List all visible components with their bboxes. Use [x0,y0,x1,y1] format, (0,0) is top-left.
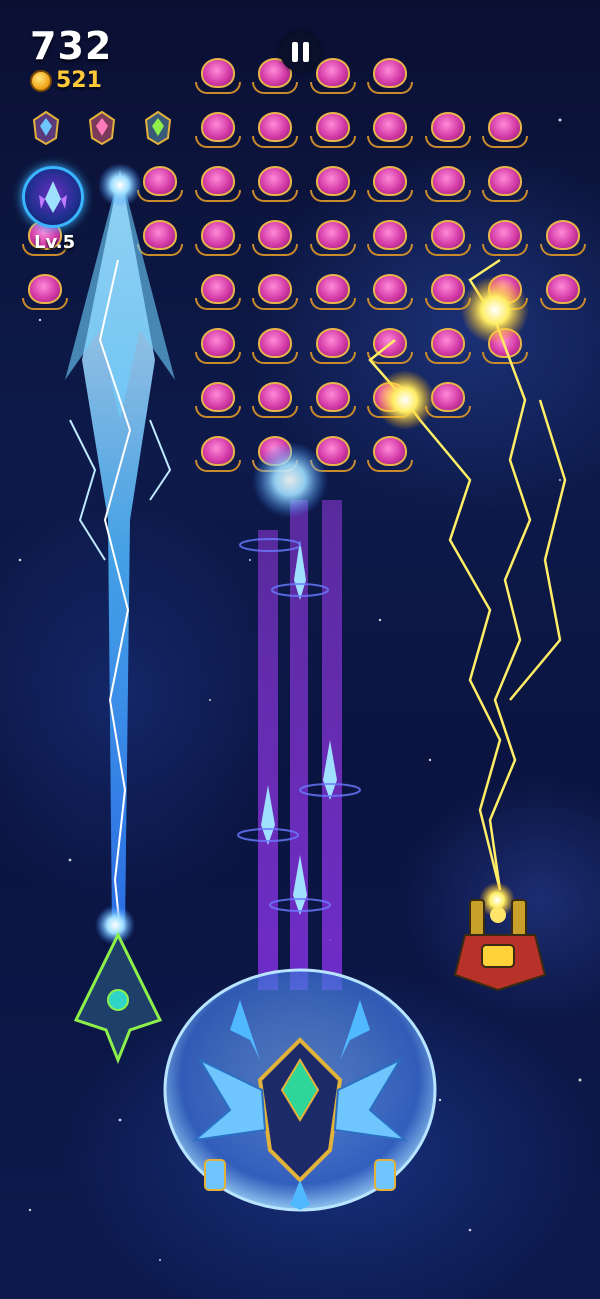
wingman-badge-icon [32,110,60,146]
pause-button[interactable] [280,32,320,72]
coin-icon [30,69,52,92]
wingman-badge-icon [88,110,116,146]
special-skill-button[interactable] [22,166,84,228]
coin-count: 521 [56,68,102,93]
level-label: Lv.5 [34,232,76,253]
special-skill-icon [39,181,67,213]
pause-icon [291,42,298,62]
coin-counter: 521 [30,68,102,93]
score-counter: 732 [30,24,113,68]
wingman-badge-icon [144,110,172,146]
game-scene[interactable]: 732 521 Lv.5 [0,0,600,1299]
right-wingman-ship [453,899,547,992]
